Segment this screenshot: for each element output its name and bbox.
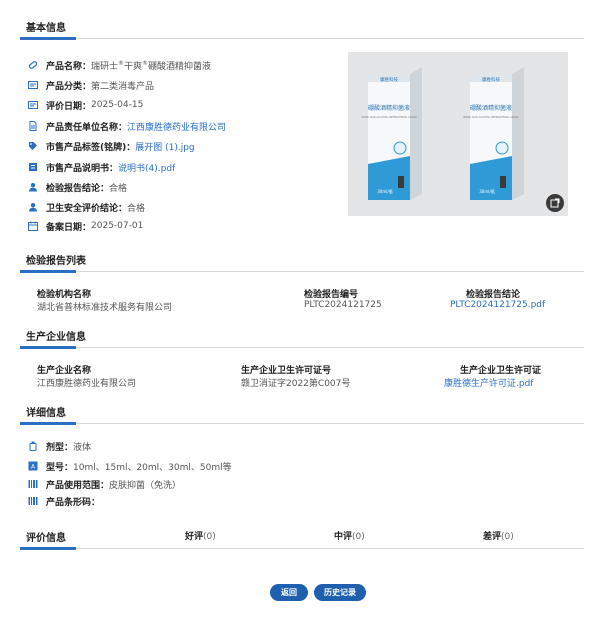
id-card-icon (28, 100, 38, 110)
model-label: 型号： (46, 462, 74, 473)
svg-text:康胜科技: 康胜科技 (482, 76, 500, 83)
responsible-unit-label: 产品责任单位名称： (46, 122, 128, 133)
svg-text:BORIC ACID ALCOHOL ANTIBACTERI: BORIC ACID ALCOHOL ANTIBACTERIAL LIQUID (464, 116, 519, 119)
user-icon (28, 202, 38, 212)
safety-conclusion-value: 合格 (127, 203, 146, 214)
barcode-icon (28, 479, 38, 489)
company-license-link[interactable]: 康胜德生产许可证.pdf (444, 376, 533, 389)
product-manual-label: 市售产品说明书： (46, 163, 119, 174)
dosage-form-value: 液体 (73, 442, 92, 453)
detail-header: 详细信息 (20, 401, 584, 425)
product-category-value: 第二类消毒产品 (91, 81, 155, 92)
reports-header: 检验报告列表 (20, 249, 584, 273)
svg-text:康胜科技: 康胜科技 (380, 76, 398, 83)
field-filing-date: 备案日期： 2025-07-01 (28, 219, 143, 233)
product-name-label: 产品名称： (46, 61, 92, 72)
svg-text:BORIC ACID ALCOHOL ANTIBACTERI: BORIC ACID ALCOHOL ANTIBACTERIAL LIQUID (362, 116, 417, 119)
calendar-icon (28, 221, 38, 231)
reports-title: 检验报告列表 (26, 256, 86, 267)
rating-bad: 差评(0) (483, 532, 514, 542)
svg-text:硼酸酒精抑菌液: 硼酸酒精抑菌液 (368, 104, 410, 112)
section-underline (20, 37, 76, 40)
product-name-value: 瑞研士®干爽®硼酸酒精抑菌液 (91, 59, 212, 72)
image-viewer-icon[interactable] (546, 194, 564, 212)
company-name-header: 生产企业名称 (37, 366, 92, 376)
field-safety-conclusion: 卫生安全评价结论： 合格 (28, 200, 145, 214)
product-tag-label: 市售产品标签(铭牌)： (46, 142, 136, 153)
product-image[interactable]: 康胜科技 硼酸酒精抑菌液 BORIC ACID ALCOHOL ANTIBACT… (348, 52, 568, 216)
dosage-form-label: 剂型： (46, 442, 74, 453)
report-conclusion-value: 合格 (109, 183, 128, 194)
section-underline (20, 422, 76, 425)
report-conclusion-header: 检验报告结论 (466, 290, 521, 300)
rating-title: 评价信息 (26, 533, 66, 544)
field-product-name: 产品名称： 瑞研士®干爽®硼酸酒精抑菌液 (28, 58, 211, 72)
report-org-value: 湖北省普林标准技术服务有限公司 (37, 303, 173, 313)
filing-date-label: 备案日期： (46, 222, 92, 233)
detail-title: 详细信息 (26, 408, 66, 419)
field-product-category: 产品分类： 第二类消毒产品 (28, 78, 154, 92)
svg-text:硼酸酒精抑菌液: 硼酸酒精抑菌液 (470, 104, 512, 112)
product-tag-link[interactable]: 展开图 (1).jpg (135, 140, 194, 153)
svg-text:30ml/瓶: 30ml/瓶 (479, 188, 494, 194)
eval-date-value: 2025-04-15 (91, 100, 144, 110)
section-underline (20, 346, 76, 349)
field-report-conclusion: 检验报告结论： 合格 (28, 180, 127, 194)
company-license-header: 生产企业卫生许可证 (460, 366, 542, 376)
basic-info-title: 基本信息 (26, 23, 66, 34)
product-box-left: 康胜科技 硼酸酒精抑菌液 BORIC ACID ALCOHOL ANTIBACT… (362, 67, 422, 200)
filing-date-value: 2025-07-01 (91, 221, 144, 231)
model-value: 10ml、15ml、20ml、30ml、50ml等 (73, 462, 232, 473)
label-tag-icon (28, 141, 38, 151)
field-dosage-form: 剂型： 液体 (28, 439, 91, 453)
company-title: 生产企业信息 (26, 332, 86, 343)
company-name-value: 江西康胜德药业有限公司 (37, 379, 137, 389)
field-product-tag: 市售产品标签(铭牌)： 展开图 (1).jpg (28, 139, 195, 153)
eval-date-label: 评价日期： (46, 101, 92, 112)
rating-mid: 中评(0) (334, 532, 365, 542)
report-org-header: 检验机构名称 (37, 290, 92, 300)
company-license-no-header: 生产企业卫生许可证号 (241, 366, 332, 376)
tag-icon (28, 60, 38, 70)
document-icon (28, 121, 38, 131)
report-conclusion-label: 检验报告结论： (46, 183, 110, 194)
safety-conclusion-label: 卫生安全评价结论： (46, 203, 128, 214)
report-file-link[interactable]: PLTC2024121725.pdf (450, 300, 545, 310)
product-manual-link[interactable]: 说明书(4).pdf (118, 161, 175, 174)
book-icon (28, 162, 38, 172)
field-usage-scope: 产品使用范围： 皮肤抑菌（免洗） (28, 477, 181, 491)
report-no-value: PLTC2024121725 (304, 300, 382, 310)
field-model: A 型号： 10ml、15ml、20ml、30ml、50ml等 (28, 459, 232, 473)
product-category-label: 产品分类： (46, 81, 92, 92)
svg-text:30ml/瓶: 30ml/瓶 (377, 188, 392, 194)
section-underline (20, 547, 76, 550)
field-eval-date: 评价日期： 2025-04-15 (28, 98, 143, 112)
model-icon: A (28, 461, 38, 471)
basic-info-header: 基本信息 (20, 16, 584, 40)
history-button[interactable]: 历史记录 (314, 584, 366, 601)
barcode-icon (28, 496, 38, 506)
usage-scope-label: 产品使用范围： (46, 480, 110, 491)
usage-scope-value: 皮肤抑菌（免洗） (109, 480, 182, 491)
bottle-icon (28, 441, 38, 451)
field-responsible-unit: 产品责任单位名称： 江西康胜德药业有限公司 (28, 119, 226, 133)
barcode-label: 产品条形码： (46, 497, 101, 508)
field-product-manual: 市售产品说明书： 说明书(4).pdf (28, 160, 175, 174)
report-no-header: 检验报告编号 (304, 290, 359, 300)
rating-good: 好评(0) (185, 532, 216, 542)
id-card-icon (28, 80, 38, 90)
back-button[interactable]: 返回 (270, 584, 308, 601)
user-icon (28, 182, 38, 192)
field-barcode: 产品条形码： (28, 494, 100, 508)
responsible-unit-link[interactable]: 江西康胜德药业有限公司 (127, 120, 226, 133)
company-license-no-value: 赣卫消证字2022第C007号 (241, 379, 351, 389)
section-underline (20, 270, 76, 273)
product-box-right: 康胜科技 硼酸酒精抑菌液 BORIC ACID ALCOHOL ANTIBACT… (464, 67, 524, 200)
company-header: 生产企业信息 (20, 325, 584, 349)
